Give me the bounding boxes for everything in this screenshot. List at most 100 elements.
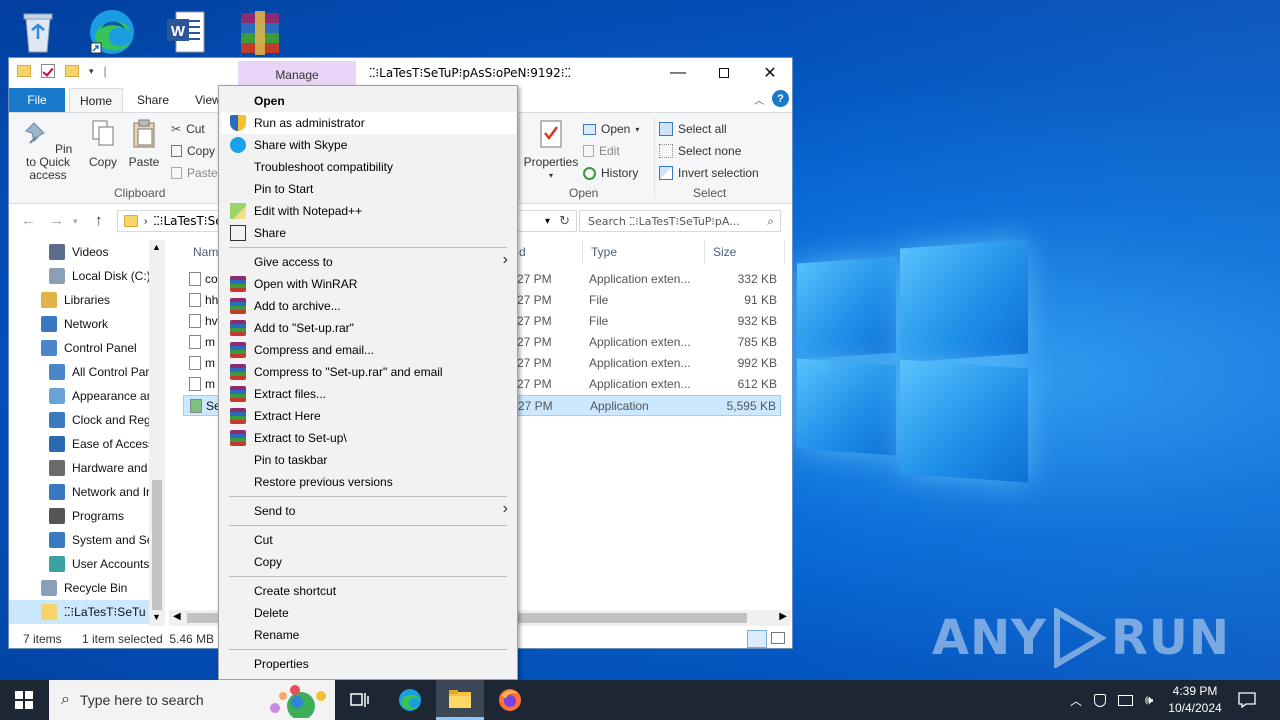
- menu-item[interactable]: Extract to Set-up\: [221, 427, 516, 449]
- nav-item[interactable]: System and Sec: [9, 528, 149, 552]
- back-arrow-icon[interactable]: ←: [21, 212, 36, 229]
- maximize-button[interactable]: [701, 58, 747, 88]
- nav-item[interactable]: ⵆ⁝LaTesT⁝SeTu: [9, 600, 149, 624]
- scroll-down-icon[interactable]: ▼: [152, 612, 161, 622]
- menu-item[interactable]: Cut: [221, 529, 516, 551]
- edit-button[interactable]: Edit: [583, 141, 620, 161]
- defender-icon[interactable]: [1094, 693, 1107, 707]
- nav-item[interactable]: Local Disk (C:): [9, 264, 149, 288]
- nav-item[interactable]: All Control Par: [9, 360, 149, 384]
- properties-button[interactable]: Properties ▾: [523, 119, 579, 182]
- menu-item[interactable]: Open: [221, 90, 516, 112]
- menu-item[interactable]: Pin to taskbar: [221, 449, 516, 471]
- select-none-button[interactable]: Select none: [659, 141, 741, 161]
- menu-item[interactable]: Delete: [221, 602, 516, 624]
- tab-manage[interactable]: Manage: [238, 61, 356, 88]
- collapse-ribbon-icon[interactable]: ︿: [754, 92, 764, 107]
- recent-locations-icon[interactable]: ▾: [73, 216, 78, 227]
- menu-item[interactable]: Properties: [221, 653, 516, 675]
- menu-item[interactable]: Extract files...: [221, 383, 516, 405]
- menu-item[interactable]: Give access to ›: [221, 251, 516, 273]
- show-hidden-icons-icon[interactable]: ︿: [1070, 692, 1082, 709]
- tab-home[interactable]: Home: [69, 88, 124, 112]
- column-type[interactable]: Type: [583, 240, 705, 264]
- network-icon[interactable]: [1118, 694, 1134, 706]
- history-button[interactable]: History: [583, 163, 638, 183]
- pin-quick-access-button[interactable]: Pin to Quick access: [17, 119, 79, 182]
- nav-item[interactable]: Clock and Regi: [9, 408, 149, 432]
- column-size[interactable]: Size: [705, 240, 785, 264]
- taskbar-file-explorer[interactable]: [436, 680, 484, 720]
- help-icon[interactable]: ?: [772, 90, 789, 107]
- menu-item[interactable]: Extract Here: [221, 405, 516, 427]
- customize-qat-icon[interactable]: ▾: [89, 66, 94, 77]
- large-icons-view-icon[interactable]: [771, 632, 785, 644]
- close-button[interactable]: ✕: [747, 58, 793, 88]
- search-icon[interactable]: ⌕: [767, 214, 774, 229]
- scroll-left-icon[interactable]: ◀: [173, 611, 181, 622]
- nav-item[interactable]: Libraries: [9, 288, 149, 312]
- nav-item[interactable]: Network and Ir: [9, 480, 149, 504]
- column-date[interactable]: d: [511, 240, 583, 264]
- paste-shortcut-button[interactable]: Paste: [171, 163, 218, 183]
- scroll-thumb[interactable]: [152, 480, 162, 610]
- select-all-button[interactable]: Select all: [659, 119, 727, 139]
- menu-item[interactable]: Share: [221, 222, 516, 244]
- start-button[interactable]: [0, 680, 48, 720]
- nav-item[interactable]: Hardware and: [9, 456, 149, 480]
- minimize-button[interactable]: —: [655, 58, 701, 88]
- menu-item[interactable]: Send to ›: [221, 500, 516, 522]
- notification-center-button[interactable]: [1238, 680, 1256, 720]
- up-arrow-icon[interactable]: ↑: [95, 212, 103, 229]
- nav-item[interactable]: Videos: [9, 240, 149, 264]
- title-bar[interactable]: ▾ | Manage ⵆ⁝LaTesT⁝SeTuP⁝pAsS⁝oPeN⁝9192…: [9, 58, 792, 88]
- menu-item[interactable]: Edit with Notepad++: [221, 200, 516, 222]
- clock[interactable]: 4:39 PM 10/4/2024: [1166, 683, 1224, 717]
- taskbar-search-box[interactable]: ⌕ Type here to search: [49, 680, 335, 720]
- menu-item[interactable]: Rename: [221, 624, 516, 646]
- new-folder-icon[interactable]: [65, 65, 79, 77]
- recycle-bin-desktop-icon[interactable]: [10, 6, 66, 58]
- menu-item[interactable]: Troubleshoot compatibility: [221, 156, 516, 178]
- invert-selection-button[interactable]: Invert selection: [659, 163, 759, 183]
- taskbar-firefox[interactable]: [486, 680, 534, 720]
- nav-item[interactable]: Network: [9, 312, 149, 336]
- menu-item[interactable]: Restore previous versions: [221, 471, 516, 493]
- menu-item[interactable]: Compress and email...: [221, 339, 516, 361]
- forward-arrow-icon[interactable]: →: [49, 212, 64, 229]
- tab-file[interactable]: File: [9, 88, 65, 112]
- menu-item[interactable]: Copy: [221, 551, 516, 573]
- menu-item[interactable]: Create shortcut: [221, 580, 516, 602]
- volume-icon[interactable]: 🕪: [1145, 692, 1153, 708]
- taskbar-edge[interactable]: [386, 680, 434, 720]
- refresh-icon[interactable]: ↻: [559, 213, 570, 229]
- word-desktop-icon[interactable]: W: [158, 6, 214, 58]
- tab-share[interactable]: Share: [127, 88, 179, 112]
- nav-item[interactable]: Programs: [9, 504, 149, 528]
- details-view-icon[interactable]: [747, 630, 767, 648]
- nav-item[interactable]: Appearance an: [9, 384, 149, 408]
- winrar-desktop-icon[interactable]: [232, 6, 288, 58]
- menu-item[interactable]: Add to "Set-up.rar": [221, 317, 516, 339]
- nav-item[interactable]: Recycle Bin: [9, 576, 149, 600]
- properties-check-icon[interactable]: [41, 64, 55, 78]
- search-input[interactable]: Search ⵆ⁝LaTesT⁝SeTuP⁝pA... ⌕: [579, 210, 781, 232]
- menu-item[interactable]: Pin to Start: [221, 178, 516, 200]
- scroll-right-icon[interactable]: ▶: [779, 611, 787, 622]
- menu-item[interactable]: Run as administrator: [221, 112, 516, 134]
- paste-button[interactable]: Paste: [116, 119, 172, 169]
- nav-scrollbar[interactable]: ▲ ▼: [149, 240, 165, 626]
- task-view-button[interactable]: [336, 680, 384, 720]
- edge-desktop-icon[interactable]: [84, 6, 140, 58]
- cut-button[interactable]: ✂ Cut: [171, 119, 205, 139]
- scroll-up-icon[interactable]: ▲: [152, 242, 161, 252]
- address-dropdown-icon[interactable]: ▾: [545, 216, 550, 227]
- menu-item[interactable]: Compress to "Set-up.rar" and email: [221, 361, 516, 383]
- nav-item[interactable]: User Accounts: [9, 552, 149, 576]
- menu-item[interactable]: Add to archive...: [221, 295, 516, 317]
- nav-item[interactable]: Ease of Access: [9, 432, 149, 456]
- open-button[interactable]: Open ▾: [583, 119, 639, 139]
- menu-item[interactable]: Share with Skype: [221, 134, 516, 156]
- copy-path-button[interactable]: Copy p: [171, 141, 225, 161]
- menu-item[interactable]: Open with WinRAR: [221, 273, 516, 295]
